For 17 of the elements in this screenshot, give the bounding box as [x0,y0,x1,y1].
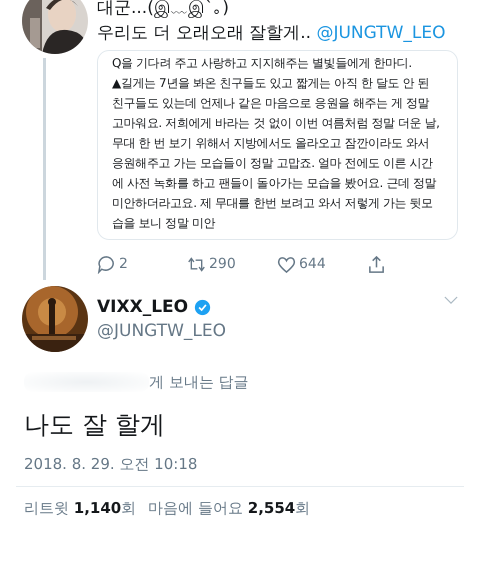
quoted-text: Q을 기다려 주고 사랑하고 지지해주는 별빛들에게 한마디. [112,55,413,72]
timestamp: 2018. 8. 29. 오전 10:18 [16,441,464,487]
user-handle[interactable]: @JUNGTW_LEO [97,321,435,341]
quoted-card[interactable] [97,50,458,240]
quoted-text: ▲길게는 7년을 봐온 친구들도 있고 짧게는 아직 한 달도 안 된 친구들도 있는데 언제나 같은 마음으로 응원을 해주는 게 정말 고마워요. 저희에게 바라는 것 없이 이번 여름처럼 정말 더운 날, 무대 한 번 보기 위해서 지방에서도 올라오고 잠깐이라도 와서 응원해주고 가는 모습들이 정말 고맙죠. 얼마 전에도 이른 시간에 사전 녹화를 하고 팬들이 돌아가는 모습을 봤어요. 근데 정말 미안하더라고요. 제 무대를 한번 보려고 와서 저렇게 가는 뒷모습을 보니 정말 미안 [112,75,441,232]
heart-icon[interactable] [277,254,296,274]
user-name[interactable]: VIXX_LEO [97,297,188,317]
tweet-text: 나도 잘 할게 [23,409,166,441]
share-icon[interactable] [367,254,386,274]
reply-icon[interactable] [97,254,116,274]
action-count: 2 [119,256,128,272]
reply-to-text: 게 보내는 답글 [149,372,249,392]
stat-text[interactable]: 마음에 들어요 2,554회 [148,499,310,518]
stat-text[interactable]: 리트윗 1,140회 [24,499,136,518]
action-count: 644 [299,256,326,272]
retweet-icon[interactable] [187,254,206,274]
action-count: 290 [209,256,236,272]
